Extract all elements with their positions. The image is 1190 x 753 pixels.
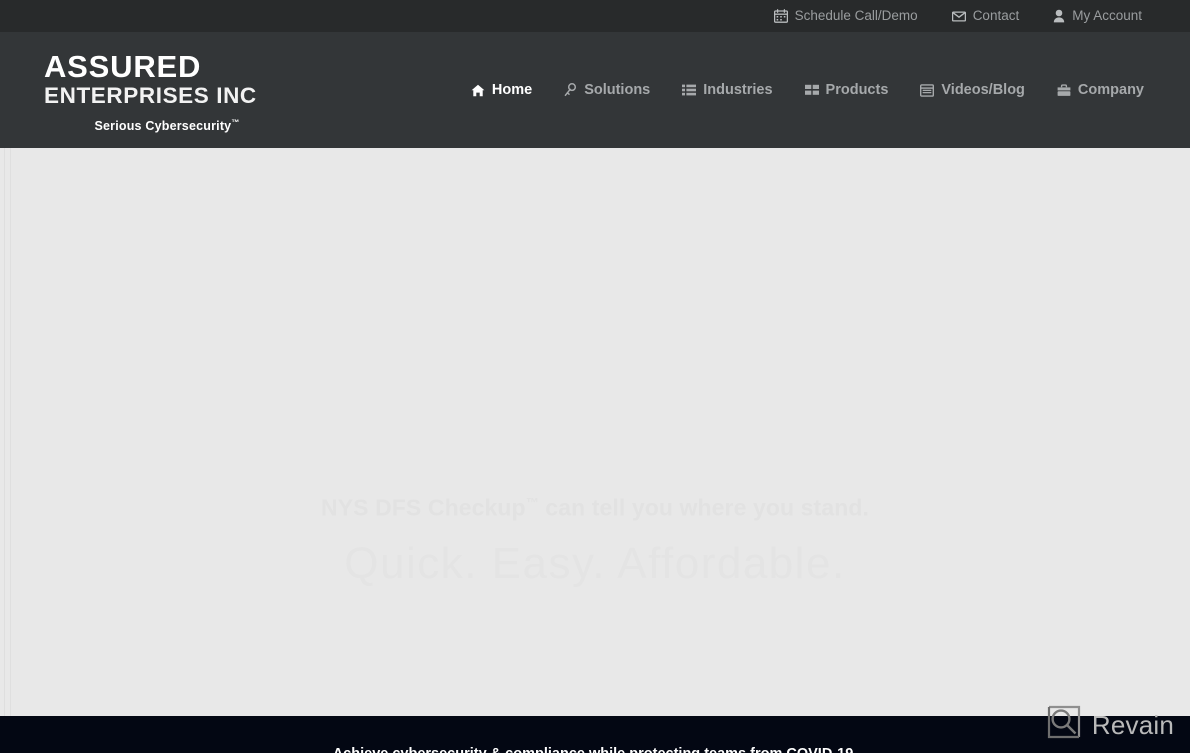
revain-watermark-label: Revain	[1091, 709, 1174, 740]
logo-tagline: Serious Cybersecurity™	[44, 115, 294, 134]
contact-link[interactable]: Contact	[951, 8, 1020, 24]
nav-item-industries-label: Industries	[703, 81, 773, 98]
briefcase-icon	[1057, 83, 1071, 97]
hero-headline-suffix: can tell you where you stand.	[538, 494, 870, 521]
key-icon	[564, 83, 577, 97]
page-edge-line-outer	[4, 148, 5, 716]
nav-item-company-label: Company	[1077, 81, 1144, 98]
hero-section: NYS DFS Checkup™ can tell you where you …	[0, 148, 1190, 716]
grid-icon	[804, 84, 819, 96]
hero-headline: NYS DFS Checkup™ can tell you where you …	[0, 488, 1190, 523]
covid-announcement-text: Achieve cybersecurity & compliance while…	[0, 745, 1190, 753]
nav-item-videos-blog-label: Videos/Blog	[941, 81, 1025, 98]
site-logo[interactable]: ASSURED ENTERPRISES INC Serious Cybersec…	[44, 50, 294, 134]
logo-trademark-mark: ™	[231, 118, 240, 127]
covid-announcement-banner[interactable]: Achieve cybersecurity & compliance while…	[0, 716, 1190, 753]
my-account-link[interactable]: My Account	[1053, 9, 1142, 23]
calendar-icon	[773, 9, 788, 23]
hero-subheadline: Quick. Easy. Affordable.	[344, 538, 846, 588]
nav-item-solutions[interactable]: Solutions	[564, 83, 650, 98]
home-icon	[471, 84, 485, 97]
window-icon	[920, 83, 935, 97]
page-edge-line-inner	[10, 148, 11, 716]
logo-line-enterprises-inc: ENTERPRISES INC	[44, 83, 257, 108]
revain-logo-icon	[1047, 705, 1081, 744]
envelope-icon	[951, 10, 966, 22]
contact-label: Contact	[972, 8, 1020, 24]
nav-item-solutions-label: Solutions	[584, 81, 651, 98]
list-icon	[682, 84, 697, 96]
hero-trademark-mark: ™	[525, 495, 539, 510]
main-navigation: Home Solutions Industries Products Video…	[471, 32, 1144, 148]
hero-headline-prefix: NYS DFS Checkup	[320, 494, 526, 521]
schedule-call-demo-label: Schedule Call/Demo	[794, 8, 918, 24]
revain-watermark: Revain	[1047, 705, 1174, 744]
nav-item-home[interactable]: Home	[471, 83, 532, 98]
hero-text-block: NYS DFS Checkup™ can tell you where you …	[0, 488, 1190, 593]
nav-item-home-label: Home	[491, 81, 533, 98]
logo-line-assured: ASSURED	[44, 49, 202, 84]
top-utility-bar: Schedule Call/Demo Contact My Account	[0, 0, 1190, 32]
browser-page: Schedule Call/Demo Contact My Account AS…	[0, 0, 1190, 753]
nav-item-videos-blog[interactable]: Videos/Blog	[920, 83, 1025, 98]
site-header: ASSURED ENTERPRISES INC Serious Cybersec…	[0, 32, 1190, 148]
nav-item-company[interactable]: Company	[1057, 83, 1144, 98]
nav-item-products[interactable]: Products	[804, 81, 889, 98]
schedule-call-demo-link[interactable]: Schedule Call/Demo	[773, 8, 918, 24]
logo-tagline-text: Serious Cybersecurity	[94, 119, 232, 134]
user-icon	[1053, 9, 1065, 23]
nav-item-products-label: Products	[825, 81, 889, 98]
nav-item-industries[interactable]: Industries	[682, 81, 773, 98]
my-account-label: My Account	[1072, 8, 1142, 24]
